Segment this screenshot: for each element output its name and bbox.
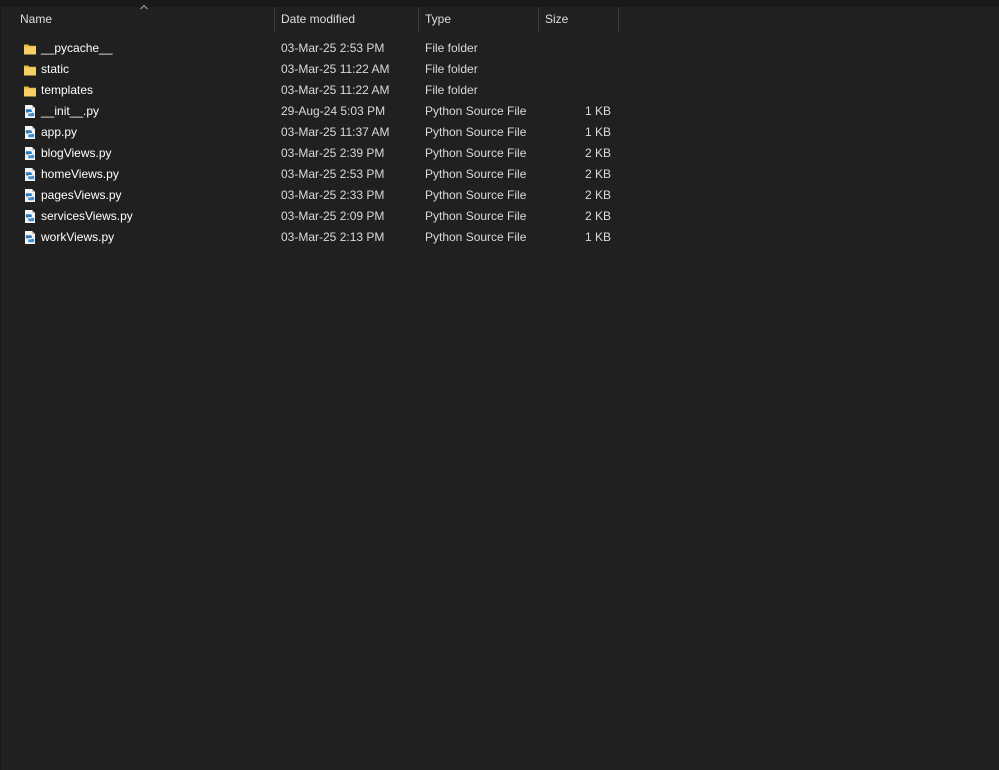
column-header-size[interactable]: Size (540, 7, 618, 32)
python-file-icon (23, 188, 37, 203)
file-row[interactable]: workViews.py 03-Mar-25 2:13 PM Python Sour… (1, 227, 999, 248)
file-name: homeViews.py (41, 167, 119, 181)
file-name: templates (41, 83, 94, 97)
column-resize-handle-name[interactable] (274, 7, 275, 32)
python-file-icon (23, 146, 37, 161)
column-header-date-label: Date modified (281, 12, 356, 26)
file-date-modified: 03-Mar-25 2:39 PM (281, 146, 385, 160)
file-type: Python Source File (425, 167, 527, 181)
column-resize-handle-type[interactable] (538, 7, 539, 32)
file-size: 2 KB (584, 167, 611, 181)
file-size (539, 38, 611, 59)
file-list: __pycache__ 03-Mar-25 2:53 PM File folder s… (1, 38, 999, 248)
column-resize-handle-size[interactable] (618, 7, 619, 32)
column-header-type[interactable]: Type (420, 7, 538, 32)
file-size: 1 KB (584, 104, 611, 118)
python-file-icon (23, 167, 37, 182)
file-row[interactable]: homeViews.py 03-Mar-25 2:53 PM Python Sour… (1, 164, 999, 185)
file-date-modified: 03-Mar-25 2:09 PM (281, 209, 385, 223)
folder-icon (23, 62, 37, 77)
python-file-icon (23, 209, 37, 224)
file-type: Python Source File (425, 146, 527, 160)
file-date-modified: 03-Mar-25 2:13 PM (281, 230, 385, 244)
file-type: File folder (425, 41, 478, 55)
sort-ascending-icon (140, 4, 148, 10)
file-row[interactable]: static 03-Mar-25 11:22 AM File folder (1, 59, 999, 80)
column-header-date[interactable]: Date modified (276, 7, 418, 32)
column-resize-handle-date[interactable] (418, 7, 419, 32)
file-row[interactable]: app.py 03-Mar-25 11:37 AM Python Source Fi… (1, 122, 999, 143)
file-name: pagesViews.py (41, 188, 122, 202)
file-type: Python Source File (425, 209, 527, 223)
file-type: Python Source File (425, 230, 527, 244)
file-date-modified: 03-Mar-25 11:22 AM (281, 62, 390, 76)
file-size: 2 KB (584, 146, 611, 160)
python-file-icon (23, 104, 37, 119)
folder-icon (23, 41, 37, 56)
file-type: Python Source File (425, 188, 527, 202)
file-row[interactable]: servicesViews.py 03-Mar-25 2:09 PM Python … (1, 206, 999, 227)
file-size: 1 KB (584, 230, 611, 244)
folder-icon (23, 83, 37, 98)
file-date-modified: 03-Mar-25 2:33 PM (281, 188, 385, 202)
file-row[interactable]: pagesViews.py 03-Mar-25 2:33 PM Python Sou… (1, 185, 999, 206)
file-name: __init__.py (41, 104, 100, 118)
file-name: blogViews.py (41, 146, 112, 160)
file-size: 2 KB (584, 209, 611, 223)
file-size: 1 KB (584, 125, 611, 139)
file-list-pane: Name Date modified Type Size __pycache__… (1, 4, 999, 770)
file-date-modified: 03-Mar-25 2:53 PM (281, 167, 385, 181)
file-name: app.py (41, 125, 78, 139)
file-type: Python Source File (425, 125, 527, 139)
column-header-name-label: Name (20, 12, 53, 26)
file-name: workViews.py (41, 230, 115, 244)
column-header-bar: Name Date modified Type Size (1, 4, 999, 32)
python-file-icon (23, 230, 37, 245)
file-type: File folder (425, 83, 478, 97)
file-name: __pycache__ (41, 41, 113, 55)
column-header-size-label: Size (545, 12, 569, 26)
file-name: static (41, 62, 70, 76)
file-size (539, 80, 611, 101)
file-row[interactable]: __pycache__ 03-Mar-25 2:53 PM File folder (1, 38, 999, 59)
file-row[interactable]: __init__.py 29-Aug-24 5:03 PM Python Sourc… (1, 101, 999, 122)
file-type: File folder (425, 62, 478, 76)
file-name: servicesViews.py (41, 209, 133, 223)
file-size (539, 59, 611, 80)
file-date-modified: 03-Mar-25 11:22 AM (281, 83, 390, 97)
file-date-modified: 29-Aug-24 5:03 PM (281, 104, 386, 118)
file-date-modified: 03-Mar-25 2:53 PM (281, 41, 385, 55)
file-type: Python Source File (425, 104, 527, 118)
file-row[interactable]: templates 03-Mar-25 11:22 AM File folder (1, 80, 999, 101)
column-header-type-label: Type (425, 12, 452, 26)
file-size: 2 KB (584, 188, 611, 202)
file-row[interactable]: blogViews.py 03-Mar-25 2:39 PM Python Sour… (1, 143, 999, 164)
file-date-modified: 03-Mar-25 11:37 AM (281, 125, 390, 139)
python-file-icon (23, 125, 37, 140)
